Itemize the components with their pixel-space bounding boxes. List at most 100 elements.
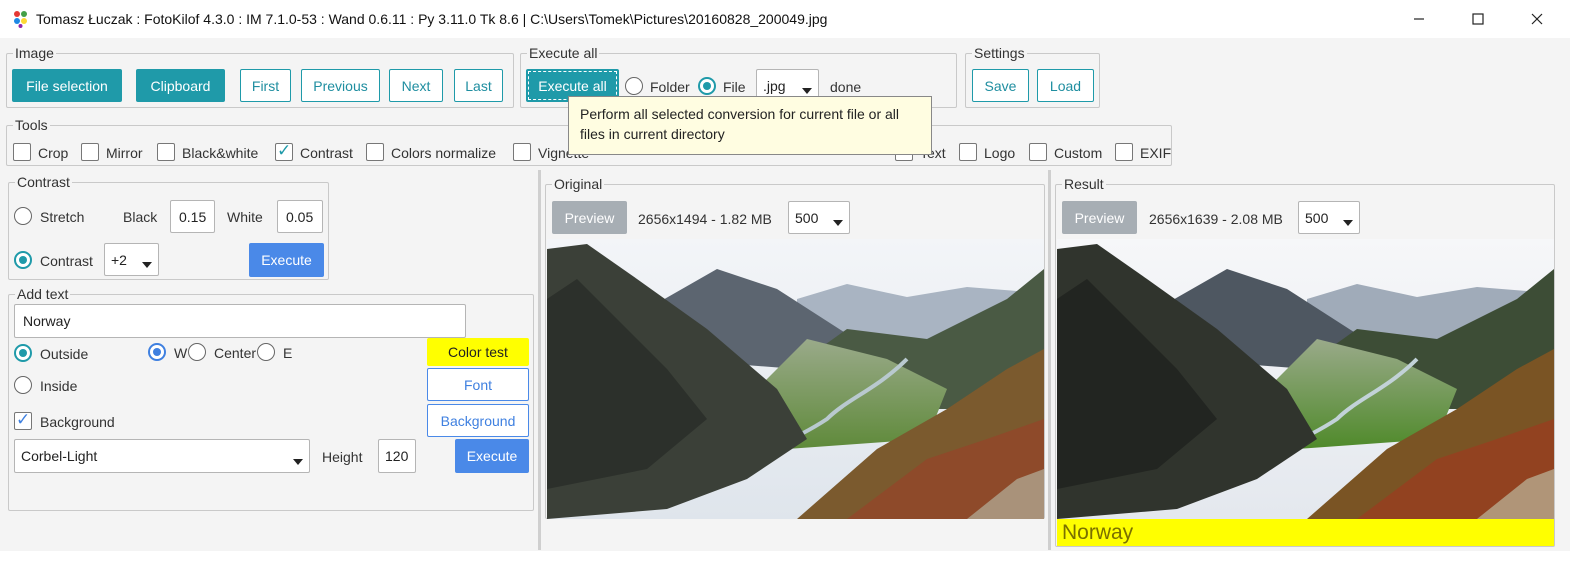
pane-separator-right[interactable] — [1048, 170, 1051, 550]
mirror-checkbox[interactable] — [81, 143, 99, 161]
custom-checkbox[interactable] — [1029, 143, 1047, 161]
status-text: done — [830, 79, 862, 95]
settings-group: Settings Save Load — [965, 44, 1100, 108]
contrast-group: Contrast Stretch Black 0.15 White 0.05 C… — [8, 173, 329, 280]
background-check-label: Background — [40, 414, 115, 430]
load-button[interactable]: Load — [1037, 69, 1094, 102]
position-center-radio[interactable] — [188, 343, 206, 361]
result-panel: Result Preview 2656x1639 - 2.08 MB 500 N… — [1055, 175, 1555, 547]
original-panel: Original Preview 2656x1494 - 1.82 MB 500 — [545, 175, 1045, 519]
chevron-down-icon — [1343, 220, 1353, 226]
chevron-down-icon — [293, 459, 303, 465]
black-input[interactable]: 0.15 — [170, 200, 215, 233]
maximize-button[interactable] — [1455, 4, 1501, 34]
original-panel-legend: Original — [552, 175, 605, 193]
font-button[interactable]: Font — [427, 368, 529, 401]
background-button[interactable]: Background — [427, 404, 529, 437]
save-button[interactable]: Save — [972, 69, 1029, 102]
white-label: White — [227, 209, 263, 225]
contrast-label: Contrast — [300, 145, 353, 161]
exif-label: EXIF — [1140, 145, 1172, 161]
height-label: Height — [322, 449, 363, 465]
chevron-down-icon — [833, 220, 843, 226]
vignette-checkbox[interactable] — [513, 143, 531, 161]
stretch-label: Stretch — [40, 209, 85, 225]
last-button[interactable]: Last — [454, 69, 503, 102]
maximize-icon — [1472, 13, 1484, 25]
chevron-down-icon — [802, 88, 812, 94]
result-panel-legend: Result — [1062, 175, 1106, 193]
crop-checkbox[interactable] — [13, 143, 31, 161]
result-preview-button[interactable]: Preview — [1062, 201, 1137, 234]
background-checkbox[interactable] — [14, 410, 32, 430]
original-size-select[interactable]: 500 — [788, 201, 850, 234]
white-input[interactable]: 0.05 — [277, 200, 323, 233]
image-group: Image File selection Clipboard First Pre… — [6, 44, 514, 108]
contrast-radio-label: Contrast — [40, 253, 93, 269]
format-select-value: .jpg — [763, 77, 786, 94]
height-input[interactable]: 120 — [378, 439, 416, 473]
minimize-button[interactable] — [1396, 4, 1442, 34]
outside-label: Outside — [40, 346, 89, 362]
window-title: Tomasz Łuczak : FotoKilof 4.3.0 : IM 7.1… — [36, 11, 828, 27]
file-selection-button[interactable]: File selection — [12, 69, 122, 102]
contrast-radio[interactable] — [14, 251, 32, 269]
outside-radio[interactable] — [14, 344, 32, 362]
result-info-text: 2656x1639 - 2.08 MB — [1149, 211, 1283, 227]
contrast-group-legend: Contrast — [15, 173, 72, 191]
result-size-select[interactable]: 500 — [1298, 201, 1360, 234]
folder-radio[interactable] — [625, 77, 643, 95]
position-w-radio[interactable] — [148, 343, 166, 361]
logo-checkbox[interactable] — [959, 143, 977, 161]
settings-group-legend: Settings — [972, 44, 1027, 62]
font-select-value: Corbel-Light — [21, 448, 98, 464]
chevron-down-icon — [142, 262, 152, 268]
contrast-execute-button[interactable]: Execute — [249, 243, 324, 277]
custom-label: Custom — [1054, 145, 1103, 161]
original-preview-button[interactable]: Preview — [552, 201, 627, 234]
mirror-label: Mirror — [106, 145, 143, 161]
add-text-group-legend: Add text — [15, 285, 71, 303]
original-image — [547, 239, 1044, 519]
black-label: Black — [123, 209, 158, 225]
contrast-level-select[interactable]: +2 — [104, 243, 159, 276]
stretch-radio[interactable] — [14, 207, 32, 225]
folder-label: Folder — [650, 79, 690, 95]
text-input[interactable]: Norway — [14, 304, 466, 338]
file-radio[interactable] — [698, 77, 716, 95]
colors-normalize-checkbox[interactable] — [366, 143, 384, 161]
crop-label: Crop — [38, 145, 69, 161]
title-bar: Tomasz Łuczak : FotoKilof 4.3.0 : IM 7.1… — [0, 0, 1579, 38]
next-button[interactable]: Next — [389, 69, 443, 102]
position-center-label: Center — [214, 345, 257, 361]
position-w-label: W — [174, 345, 188, 361]
text-execute-button[interactable]: Execute — [455, 439, 529, 473]
app-icon — [14, 11, 27, 28]
first-button[interactable]: First — [240, 69, 291, 102]
close-icon — [1531, 13, 1543, 25]
black-white-checkbox[interactable] — [157, 143, 175, 161]
execute-all-tooltip: Perform all selected conversion for curr… — [568, 96, 932, 155]
colors-normalize-label: Colors normalize — [391, 145, 497, 161]
previous-button[interactable]: Previous — [301, 69, 380, 102]
result-size-value: 500 — [1305, 209, 1329, 226]
inside-radio[interactable] — [14, 376, 32, 394]
result-caption-bar: Norway — [1057, 519, 1554, 546]
clipboard-button[interactable]: Clipboard — [136, 69, 225, 102]
position-e-radio[interactable] — [257, 343, 275, 361]
file-label: File — [723, 79, 746, 95]
minimize-icon — [1414, 18, 1424, 20]
tools-group-legend: Tools — [13, 116, 50, 134]
result-image — [1057, 239, 1554, 519]
black-white-label: Black&white — [182, 145, 259, 161]
font-select[interactable]: Corbel-Light — [14, 439, 310, 473]
add-text-group: Add text Norway Outside W Center E Color… — [8, 285, 534, 511]
exif-checkbox[interactable] — [1115, 143, 1133, 161]
pane-separator-left[interactable] — [538, 170, 541, 550]
contrast-checkbox[interactable] — [275, 141, 293, 161]
position-e-label: E — [283, 345, 293, 361]
inside-label: Inside — [40, 378, 78, 394]
color-test-button[interactable]: Color test — [427, 338, 529, 366]
original-size-value: 500 — [795, 209, 819, 226]
close-button[interactable] — [1514, 4, 1560, 34]
